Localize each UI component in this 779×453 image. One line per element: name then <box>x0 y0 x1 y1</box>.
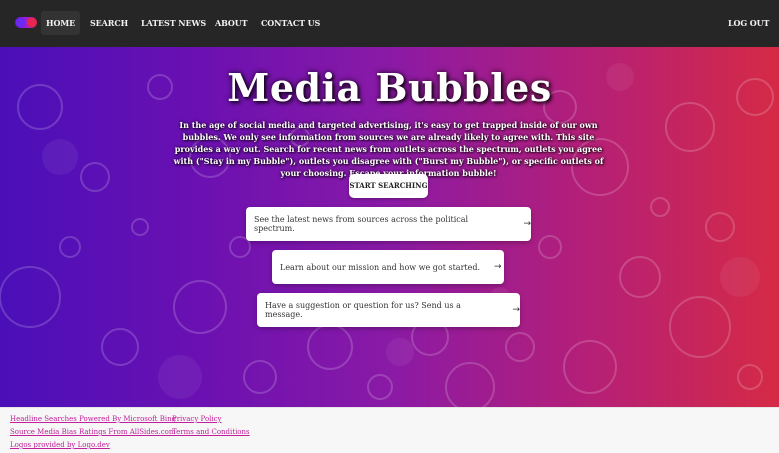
hero-title: Media Bubbles <box>227 65 552 110</box>
bing-attribution-link[interactable]: Headline Searches Powered By Microsoft B… <box>10 415 176 423</box>
logo-dev-attribution-link[interactable]: Logos provided by Logo.dev <box>10 441 110 449</box>
latest-news-card[interactable]: See the latest news from sources across … <box>246 207 531 241</box>
arrow-right-icon: → <box>494 262 502 272</box>
allsides-attribution-link[interactable]: Source Media Bias Ratings From AllSides.… <box>10 428 175 436</box>
terms-and-conditions-link[interactable]: Terms and Conditions <box>172 428 250 436</box>
arrow-right-icon: → <box>512 305 520 315</box>
arrow-right-icon: → <box>523 219 531 229</box>
hero-description: In the age of social media and targeted … <box>173 120 604 178</box>
latest-news-card-text: See the latest news from sources across … <box>254 215 469 233</box>
media-bubbles-logo-icon[interactable] <box>15 17 37 28</box>
page-footer: Headline Searches Powered By Microsoft B… <box>0 407 779 453</box>
nav-contact-us-link[interactable]: CONTACT US <box>261 11 320 35</box>
logout-link[interactable]: LOG OUT <box>728 11 770 35</box>
hero-section: Media Bubbles In the age of social media… <box>0 47 779 407</box>
about-mission-card-text: Learn about our mission and how we got s… <box>280 262 481 272</box>
nav-about-link[interactable]: ABOUT <box>215 11 248 35</box>
contact-suggestion-card[interactable]: Have a suggestion or question for us? Se… <box>257 293 520 327</box>
top-navbar: HOME SEARCH LATEST NEWS ABOUT CONTACT US… <box>0 0 779 47</box>
contact-suggestion-card-text: Have a suggestion or question for us? Se… <box>265 301 461 319</box>
nav-search-link[interactable]: SEARCH <box>90 11 128 35</box>
nav-latest-news-link[interactable]: LATEST NEWS <box>141 11 206 35</box>
about-mission-card[interactable]: Learn about our mission and how we got s… <box>272 250 504 284</box>
start-searching-button[interactable]: START SEARCHING <box>349 174 428 198</box>
nav-home-link[interactable]: HOME <box>41 11 81 35</box>
privacy-policy-link[interactable]: Privacy Policy <box>172 415 222 423</box>
